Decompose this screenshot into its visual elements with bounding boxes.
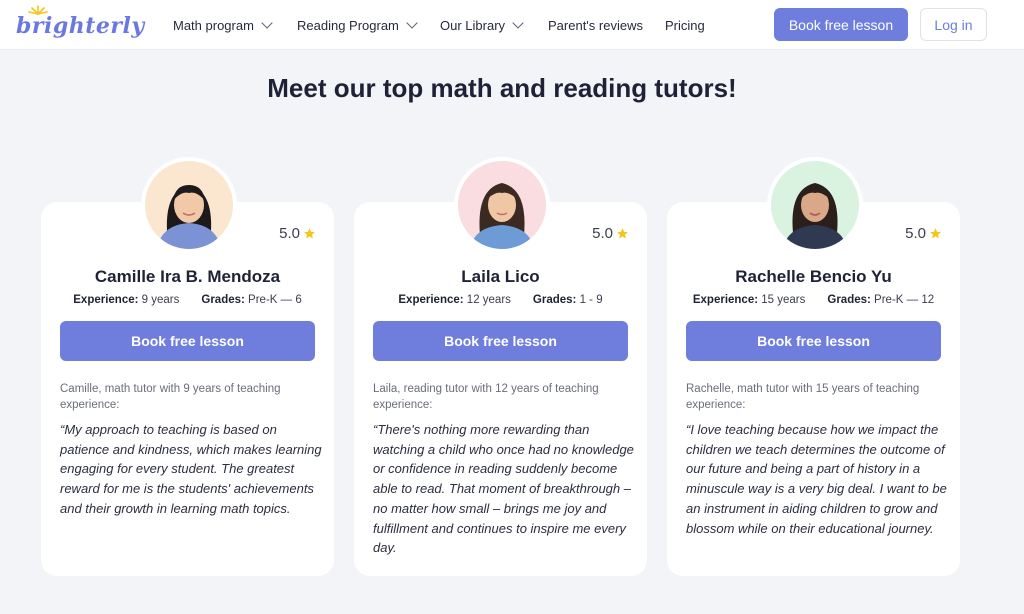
chevron-down-icon (261, 17, 273, 29)
experience-info: Experience: 9 years (73, 294, 180, 306)
nav-math-program[interactable]: Math program (173, 0, 273, 50)
tutor-name: Laila Lico (461, 267, 540, 286)
tutor-quote: “My approach to teaching is based on pat… (60, 422, 322, 516)
tutor-name: Camille Ira B. Mendoza (94, 267, 281, 286)
page-title: Meet our top math and reading tutors! (267, 73, 737, 103)
rating-value: 5.0 (592, 225, 613, 242)
tutor-card: 5.0 Rachelle Bencio Yu Experience: 15 ye… (667, 157, 960, 576)
chevron-down-icon (406, 17, 418, 29)
grades-info: Grades: Pre-K — 12 (827, 294, 935, 306)
tutor-photo (458, 161, 546, 249)
grades-info: Grades: Pre-K — 6 (201, 294, 302, 306)
tutor-card: 5.0 Camille Ira B. Mendoza Experience: 9… (41, 157, 334, 576)
book-free-lesson-button[interactable]: Book free lesson (373, 321, 628, 361)
tutor-quote: “I love teaching because how we impact t… (686, 422, 947, 536)
nav-our-library[interactable]: Our Library (440, 0, 524, 50)
tutor-intro: Laila, reading tutor with 12 years of te… (373, 383, 599, 411)
tutor-quote: “There's nothing more rewarding than wat… (373, 422, 634, 556)
tutor-rating: 5.0 (592, 225, 629, 242)
logo-text: brighterly (16, 13, 145, 39)
tutor-photo (771, 161, 859, 249)
nav-label: Reading Program (297, 17, 399, 33)
tutor-card: 5.0 Laila Lico Experience: 12 years Grad… (354, 157, 647, 576)
tutor-avatar (767, 157, 863, 253)
grades-info: Grades: 1 - 9 (532, 294, 603, 306)
tutor-meta: Experience: 15 years Grades: Pre-K — 12 (667, 294, 960, 306)
brighterly-logo[interactable]: brighterly (16, 5, 144, 41)
book-free-lesson-button[interactable]: Book free lesson (60, 321, 315, 361)
nav-label: Math program (173, 17, 254, 33)
star-icon (617, 228, 628, 239)
star-icon (930, 228, 941, 239)
book-free-lesson-button[interactable]: Book free lesson (686, 321, 941, 361)
experience-info: Experience: 15 years (692, 294, 806, 306)
login-button[interactable]: Log in (920, 8, 987, 41)
nav-label: Pricing (665, 17, 705, 33)
tutor-rating: 5.0 (905, 225, 942, 242)
chevron-down-icon (512, 17, 524, 29)
experience-info: Experience: 12 years (398, 294, 511, 306)
tutor-intro: Camille, math tutor with 9 years of teac… (60, 383, 281, 411)
tutor-meta: Experience: 9 years Grades: Pre-K — 6 (41, 294, 334, 306)
nav-reading-program[interactable]: Reading Program (297, 0, 418, 50)
tutor-name: Rachelle Bencio Yu (735, 267, 892, 286)
tutor-avatar (454, 157, 550, 253)
rating-value: 5.0 (905, 225, 926, 242)
tutor-rating: 5.0 (279, 225, 316, 242)
nav-label: Our Library (440, 17, 506, 33)
star-icon (304, 228, 315, 239)
tutor-photo (145, 161, 233, 249)
nav-label: Parent's reviews (548, 17, 643, 33)
nav-pricing[interactable]: Pricing (665, 0, 705, 50)
tutor-intro: Rachelle, math tutor with 15 years of te… (686, 383, 920, 411)
book-free-lesson-button[interactable]: Book free lesson (774, 8, 908, 41)
tutor-avatar (141, 157, 237, 253)
nav-parents-reviews[interactable]: Parent's reviews (548, 0, 643, 50)
rating-value: 5.0 (279, 225, 300, 242)
site-header: brighterly Math program Reading Program … (0, 0, 1024, 50)
tutor-meta: Experience: 12 years Grades: 1 - 9 (354, 294, 647, 306)
